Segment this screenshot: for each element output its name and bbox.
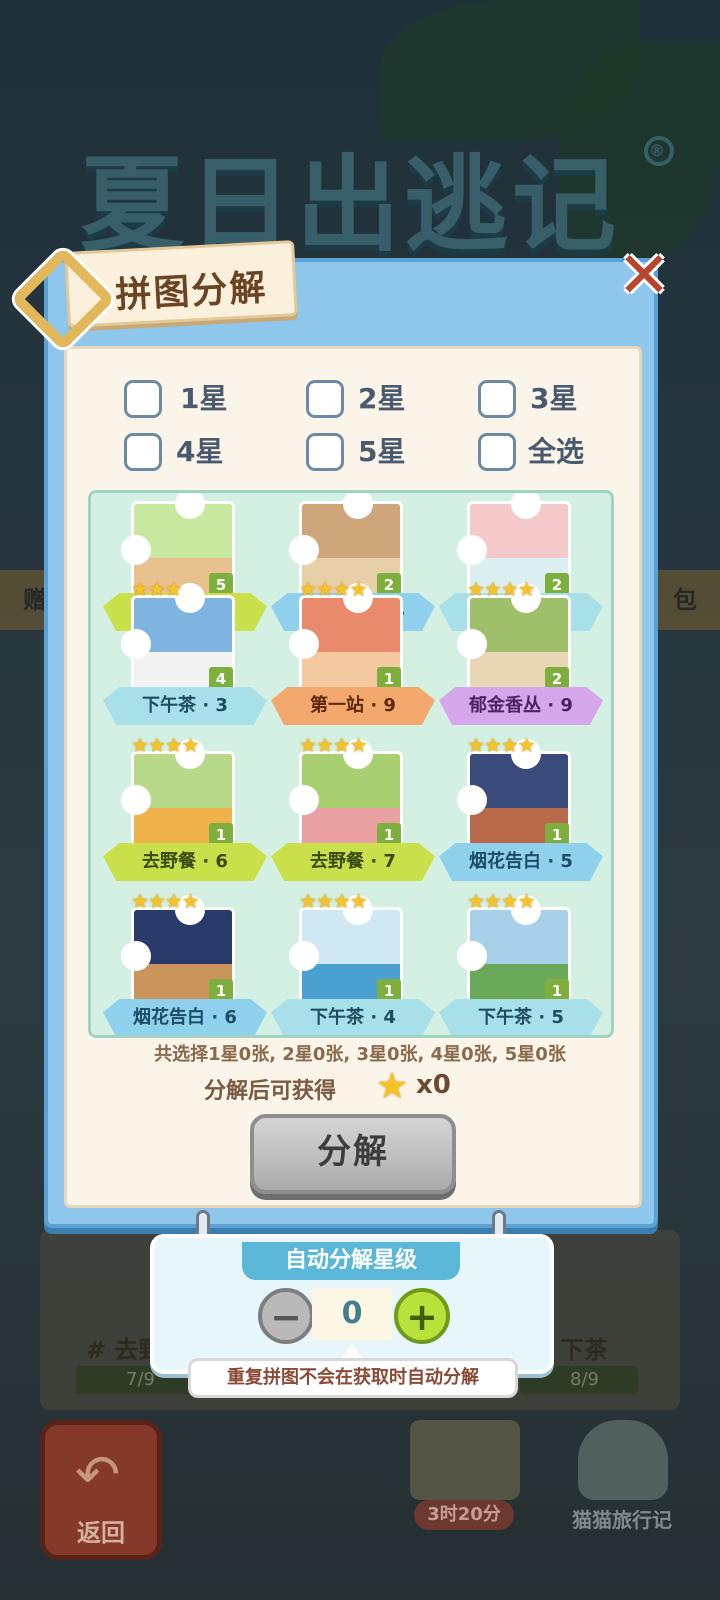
event-art [410,1420,520,1500]
card-name-ribbon: 烟花告白 · 5 [439,843,603,881]
puzzle-knob [121,941,151,971]
star-rating: ★★★★ [299,577,368,601]
filter-checkbox-3star[interactable] [478,380,516,418]
decompose-button[interactable]: 分解 [250,1114,456,1194]
puzzle-knob [289,941,319,971]
filter-checkbox-5star[interactable] [306,433,344,471]
puzzle-knob [289,785,319,815]
back-button[interactable]: ↶ 返回 [40,1420,162,1560]
filter-label-all: 全选 [528,435,585,468]
card-name-ribbon: 去野餐 · 6 [103,843,267,881]
star-rating: ★★★★ [131,889,200,913]
puzzle-card[interactable]: ★★★★ 1 烟花告白 · 6 [103,889,267,1035]
puzzle-card[interactable]: ★★★ 4 下午茶 · 3 [103,577,267,733]
filter-label-2star: 2星 [358,382,406,415]
filter-checkbox-4star[interactable] [124,433,162,471]
back-label: 返回 [77,1519,125,1547]
increase-level-button[interactable]: + [394,1288,450,1344]
star-rating: ★★★★ [467,577,536,601]
star-rating: ★★★★ [467,889,536,913]
filter-label-5star: 5星 [358,435,406,468]
puzzle-knob [121,535,151,565]
puzzle-knob [457,785,487,815]
puzzle-card[interactable]: ★★★★ 1 烟花告白 · 5 [439,733,603,889]
card-name-ribbon: 郁金香丛 · 9 [439,687,603,725]
cat-travel-label: 猫猫旅行记 [572,1508,672,1532]
filter-checkbox-2star[interactable] [306,380,344,418]
star-rating: ★★★★ [467,733,536,757]
star-rating: ★★★ [131,577,183,601]
reward-label: 分解后可获得 [204,1079,337,1104]
puzzle-knob [175,493,205,519]
puzzle-knob [289,535,319,565]
puzzle-knob [457,535,487,565]
decrease-level-button[interactable]: − [258,1288,314,1344]
tooltip-arrow [342,1344,362,1358]
puzzle-knob [289,629,319,659]
timer-badge: 3时20分 [414,1500,514,1530]
filter-label-3star: 3星 [530,382,578,415]
dialog-title: 拼图分解 [114,267,269,317]
cat-icon [578,1420,668,1500]
puzzle-knob [511,493,541,519]
puzzle-card[interactable]: ★★★★ 1 第一站 · 9 [271,577,435,733]
star-rating: ★★★★ [131,733,200,757]
puzzle-knob [121,785,151,815]
filter-label-1star: 1星 [180,382,228,415]
puzzle-knob [457,629,487,659]
filter-checkbox-all[interactable] [478,433,516,471]
puzzle-card[interactable]: ★★★★ 1 下午茶 · 4 [271,889,435,1035]
puzzle-card[interactable]: ★★★★ 1 去野餐 · 7 [271,733,435,889]
card-name-ribbon: 第一站 · 9 [271,687,435,725]
card-name-ribbon: 下午茶 · 5 [439,999,603,1035]
star-icon: ★ [376,1066,409,1107]
selection-summary: 共选择1星0张, 2星0张, 3星0张, 4星0张, 5星0张 [154,1044,566,1065]
card-name-ribbon: 烟花告白 · 6 [103,999,267,1035]
puzzle-knob [343,493,373,519]
star-rating: ★★★★ [299,733,368,757]
back-arrow-icon: ↶ [75,1443,121,1506]
auto-decompose-tip: 重复拼图不会在获取时自动分解 [188,1358,518,1398]
star-rating: ★★★★ [299,889,368,913]
auto-level-value: 0 [312,1288,392,1340]
filter-label-4star: 4星 [176,435,224,468]
cat-travel-button[interactable]: 猫猫旅行记 [562,1420,682,1540]
puzzle-grid: 5去野餐 · 4 2烟花告白 · 4 2下午茶 · 2 ★★★4下午茶 · 3 … [88,490,614,1038]
card-name-ribbon: 去野餐 · 7 [271,843,435,881]
filter-checkbox-1star[interactable] [124,380,162,418]
card-name-ribbon: 下午茶 · 3 [103,687,267,725]
card-name-ribbon: 下午茶 · 4 [271,999,435,1035]
puzzle-knob [121,629,151,659]
reward-count: x0 [416,1070,451,1100]
puzzle-card[interactable]: ★★★★ 1 下午茶 · 5 [439,889,603,1035]
puzzle-knob [457,941,487,971]
puzzle-card[interactable]: ★★★★ 2 郁金香丛 · 9 [439,577,603,733]
puzzle-card[interactable]: ★★★★ 1 去野餐 · 6 [103,733,267,889]
auto-decompose-title: 自动分解星级 [242,1242,460,1280]
close-button[interactable]: ✕ [612,244,676,310]
